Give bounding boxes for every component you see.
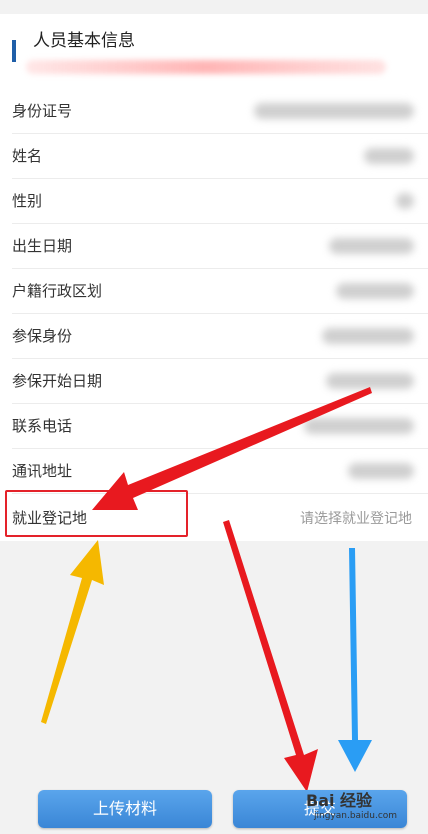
field-label: 联系电话 [12, 417, 73, 435]
field-value-blurred [254, 103, 414, 119]
field-label: 户籍行政区划 [12, 282, 103, 300]
field-row-address[interactable]: 通讯地址 [0, 449, 428, 494]
field-row-insured-status[interactable]: 参保身份 [0, 314, 428, 359]
field-value-blurred [329, 238, 414, 254]
upload-materials-button[interactable]: 上传材料 [38, 790, 212, 828]
field-label: 通讯地址 [12, 462, 73, 480]
field-value-blurred [304, 418, 414, 434]
highlight-box [5, 490, 188, 537]
field-value-blurred [322, 328, 414, 344]
section-accent-bar [12, 40, 16, 62]
field-value-blurred [348, 463, 414, 479]
employment-location-select[interactable]: 请选择就业登记地 [300, 508, 412, 528]
yellow-arrow-icon [41, 540, 104, 724]
field-row-id-number[interactable]: 身份证号 [0, 89, 428, 134]
field-row-gender[interactable]: 性别 [0, 179, 428, 224]
field-row-birth-date[interactable]: 出生日期 [0, 224, 428, 269]
field-label: 参保身份 [12, 327, 73, 345]
red-arrow-to-submit-icon [223, 520, 318, 792]
field-label: 参保开始日期 [12, 372, 103, 390]
field-label: 姓名 [12, 147, 43, 165]
field-value-blurred [336, 283, 414, 299]
field-value-blurred [396, 193, 414, 209]
field-row-household-region[interactable]: 户籍行政区划 [0, 269, 428, 314]
section-header: 人员基本信息 [0, 14, 428, 92]
field-row-name[interactable]: 姓名 [0, 134, 428, 179]
watermark-url: jingyan.baidu.com [314, 811, 398, 821]
section-title: 人员基本信息 [33, 31, 135, 51]
field-row-phone[interactable]: 联系电话 [0, 404, 428, 449]
field-value-blurred [364, 148, 414, 164]
personal-info-card: 人员基本信息 身份证号 姓名 性别 出生日期 户籍行政区划 参保身份 参保开始日… [0, 14, 428, 541]
field-label: 身份证号 [12, 102, 73, 120]
field-row-insured-start-date[interactable]: 参保开始日期 [0, 359, 428, 404]
field-label: 性别 [12, 192, 43, 210]
watermark-brand: Bai 经验 [306, 791, 373, 810]
field-value-blurred [326, 373, 414, 389]
blurred-notice [26, 60, 386, 74]
blue-arrow-icon [338, 548, 372, 772]
field-label: 出生日期 [12, 237, 73, 255]
